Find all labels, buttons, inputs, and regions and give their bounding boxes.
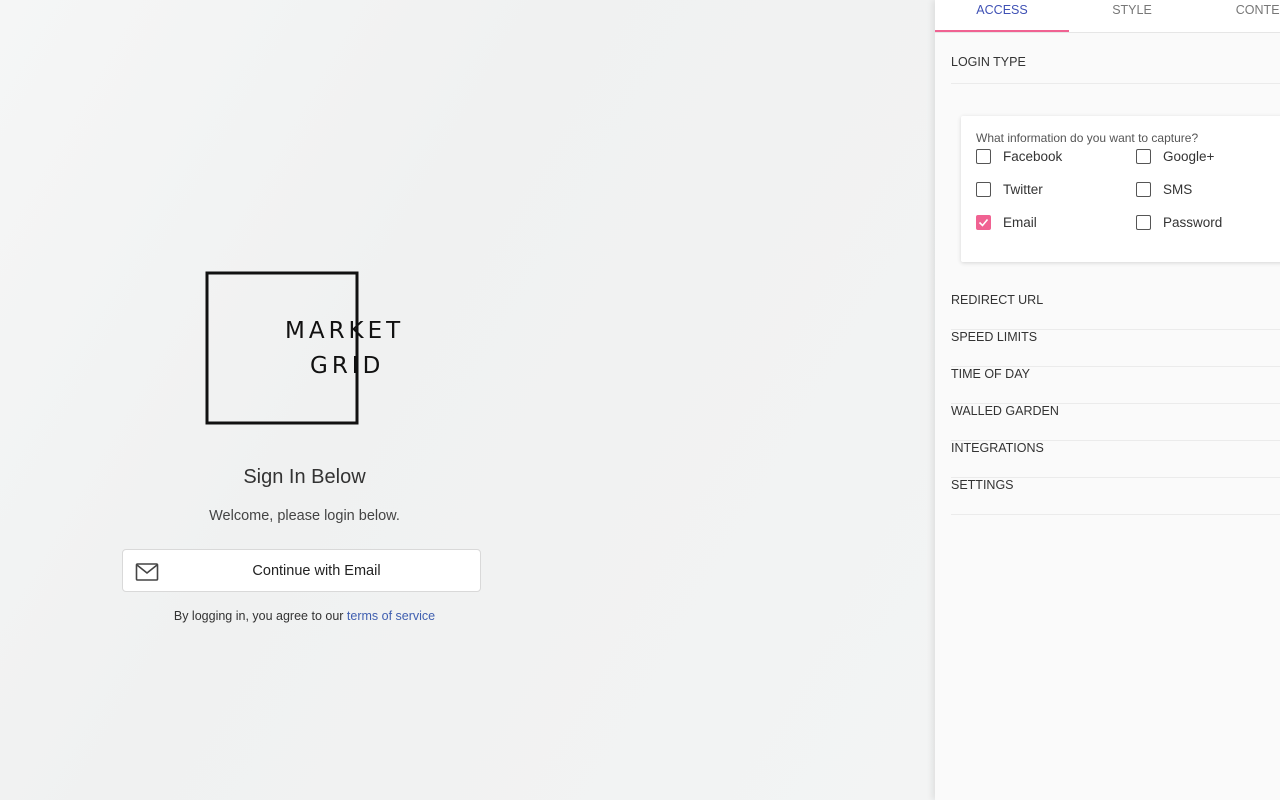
login-preview: MARKET GRID Sign In Below Welcome, pleas…: [0, 0, 935, 800]
active-tab-indicator: [935, 30, 1069, 32]
checkbox-label: SMS: [1163, 182, 1193, 197]
checkbox-label: Password: [1163, 215, 1223, 230]
login-type-label: LOGIN TYPE: [951, 55, 1026, 69]
checkbox-box: [1136, 149, 1151, 164]
tab-content[interactable]: CONTENT: [1199, 0, 1280, 32]
checkbox-label: Google+: [1163, 149, 1215, 164]
terms-prefix: By logging in, you agree to our: [173, 609, 347, 623]
tab-style[interactable]: STYLE: [1065, 0, 1199, 32]
section-redirect-url[interactable]: REDIRECT URL: [951, 293, 1280, 330]
section-speed-limits[interactable]: SPEED LIMITS: [951, 330, 1280, 367]
menu-label: SETTINGS: [951, 478, 1014, 492]
menu-label: TIME OF DAY: [951, 367, 1030, 381]
logo-text-grid: GRID: [310, 353, 385, 379]
section-walled-garden[interactable]: WALLED GARDEN: [951, 404, 1280, 441]
logo-frame-icon: [205, 271, 359, 425]
menu-label: WALLED GARDEN: [951, 404, 1059, 418]
checkmark-icon: [978, 218, 989, 227]
logo-text-market: MARKET: [285, 318, 405, 344]
panel-tabs: ACCESS STYLE CONTENT: [935, 0, 1280, 33]
continue-with-email-label: Continue with Email: [252, 563, 381, 579]
checkbox-box: [1136, 182, 1151, 197]
market-grid-logo: MARKET GRID: [205, 271, 410, 426]
welcome-text: Welcome, please login below.: [209, 508, 400, 524]
sign-in-title: Sign In Below: [243, 466, 366, 488]
section-settings[interactable]: SETTINGS: [951, 478, 1280, 515]
settings-panel: ACCESS STYLE CONTENT LOGIN TYPE What inf…: [935, 0, 1280, 800]
checkbox-box: [976, 182, 991, 197]
section-integrations[interactable]: INTEGRATIONS: [951, 441, 1280, 478]
terms-notice: By logging in, you agree to our terms of…: [0, 609, 609, 623]
terms-of-service-link[interactable]: terms of service: [347, 609, 435, 623]
checkbox-label: Twitter: [1003, 182, 1043, 197]
checkbox-box-checked: [976, 215, 991, 230]
menu-label: SPEED LIMITS: [951, 330, 1038, 344]
continue-with-email-button[interactable]: Continue with Email: [122, 549, 481, 592]
menu-label: INTEGRATIONS: [951, 441, 1044, 455]
section-login-type[interactable]: LOGIN TYPE: [951, 55, 1280, 84]
checkbox-label: Facebook: [1003, 149, 1063, 164]
checkbox-label: Email: [1003, 215, 1037, 230]
section-time-of-day[interactable]: TIME OF DAY: [951, 367, 1280, 404]
checkbox-box: [1136, 215, 1151, 230]
capture-options-card: What information do you want to capture?…: [961, 116, 1280, 262]
tab-access[interactable]: ACCESS: [935, 0, 1069, 32]
capture-question: What information do you want to capture?: [976, 131, 1199, 145]
menu-label: REDIRECT URL: [951, 293, 1044, 307]
checkbox-box: [976, 149, 991, 164]
